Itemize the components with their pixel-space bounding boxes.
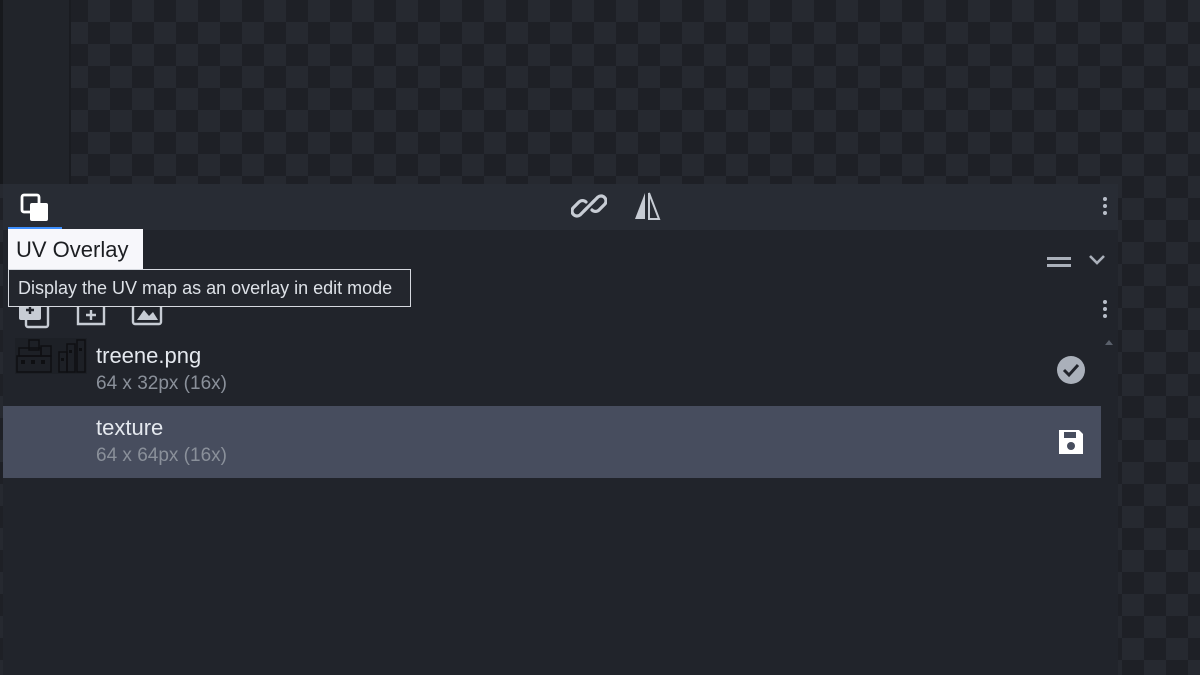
tooltip-description: Display the UV map as an overlay in edit… [8,269,411,307]
mirror-button[interactable] [627,186,667,226]
tooltip-title: UV Overlay [8,229,143,269]
scroll-up-icon[interactable] [1104,338,1114,348]
texture-list-item[interactable]: treene.png 64 x 32px (16x) [3,334,1101,406]
check-circle-icon [1057,356,1085,384]
uv-overlay-button[interactable] [8,188,62,230]
texture-dimensions: 64 x 64px (16x) [96,445,227,466]
texture-list: treene.png 64 x 32px (16x) texture 64 x … [3,334,1101,478]
link-icon [571,194,607,218]
uv-toolbar [3,184,1118,230]
kebab-menu-icon [1103,300,1107,318]
uv-overlay-icon [20,193,48,221]
texture-list-item-selected[interactable]: texture 64 x 64px (16x) [3,406,1101,478]
actions-menu-button[interactable] [1093,294,1117,324]
texture-name: treene.png [96,343,202,368]
texture-thumbnail [15,338,87,374]
texture-name: texture [96,415,164,440]
left-sidebar-strip [0,0,71,184]
chevron-down-icon[interactable] [1085,248,1109,272]
kebab-menu-icon [1103,197,1107,215]
drag-handle-icon[interactable] [1043,250,1075,274]
texture-panel: treene.png 64 x 32px (16x) texture 64 x … [3,184,1118,675]
link-button[interactable] [569,186,609,226]
toolbar-menu-button[interactable] [1093,188,1117,224]
texture-dimensions: 64 x 32px (16x) [96,373,227,394]
mirror-icon [635,192,661,220]
save-icon[interactable] [1055,426,1087,458]
